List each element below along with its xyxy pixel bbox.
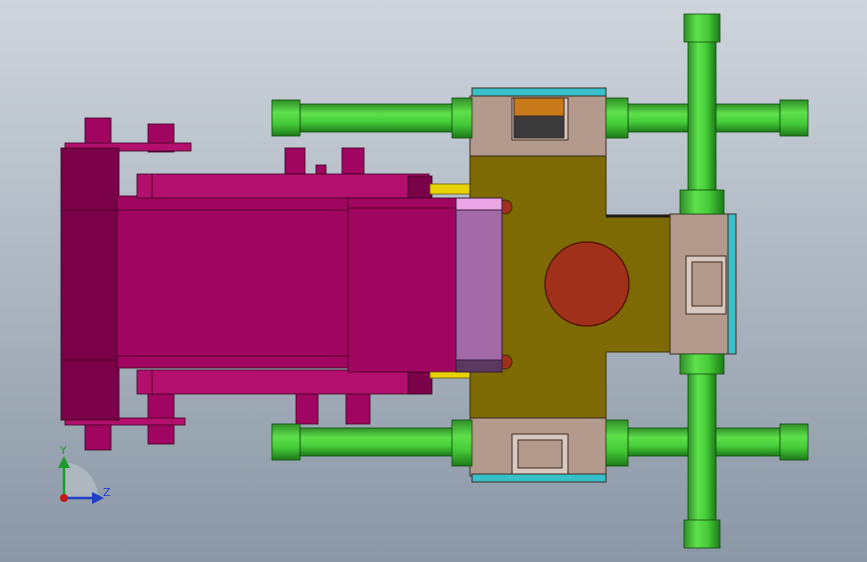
pipe-fitting bbox=[683, 13, 721, 43]
valve-cap-orange bbox=[513, 97, 565, 117]
housing-front-box bbox=[347, 197, 459, 373]
housing-post bbox=[295, 391, 319, 425]
pipe-fitting bbox=[679, 353, 725, 375]
housing-nub bbox=[315, 164, 327, 175]
x-axis-dot bbox=[60, 494, 68, 502]
cylinder-top-cap bbox=[455, 197, 503, 211]
z-axis-label: Z bbox=[103, 486, 111, 499]
housing-strip-top bbox=[407, 175, 433, 199]
pipe-fitting bbox=[605, 97, 629, 139]
housing-strip-bottom bbox=[407, 371, 433, 395]
housing-main-body bbox=[116, 195, 353, 369]
valve-block-right[interactable] bbox=[669, 213, 737, 355]
housing-post bbox=[345, 391, 371, 425]
pipe-fitting bbox=[779, 423, 809, 461]
pipe-fitting bbox=[683, 519, 721, 549]
cad-viewport[interactable]: Y Z bbox=[0, 0, 867, 562]
pipe-segment bbox=[687, 371, 717, 523]
pipe-segment bbox=[687, 39, 717, 191]
valve-block-bottom[interactable] bbox=[469, 417, 607, 483]
shaft-bottom bbox=[429, 371, 473, 379]
cylinder[interactable] bbox=[455, 197, 503, 373]
housing-rail-bottom bbox=[136, 369, 430, 395]
pipe-fitting bbox=[451, 419, 473, 467]
valve-block-top[interactable] bbox=[469, 87, 607, 157]
cylinder-bottom-cap bbox=[455, 359, 503, 373]
shaft-top bbox=[429, 183, 473, 195]
housing-end-plate bbox=[60, 147, 120, 421]
pipe-fitting bbox=[271, 99, 301, 137]
pipe-fitting bbox=[779, 99, 809, 137]
housing-post bbox=[284, 147, 306, 175]
pipe-fitting bbox=[271, 423, 301, 461]
y-axis-label: Y bbox=[59, 444, 67, 457]
housing-post bbox=[341, 147, 365, 175]
pipe-segment bbox=[299, 103, 455, 133]
pump-assembly-drawing[interactable]: Y Z bbox=[0, 0, 867, 562]
valve-cap-dark bbox=[513, 115, 565, 139]
pipe-fitting bbox=[679, 189, 725, 215]
housing-rail-top bbox=[136, 173, 430, 199]
pipe-fitting bbox=[605, 419, 629, 467]
pipe-fitting bbox=[451, 97, 473, 139]
pipe-segment bbox=[299, 427, 455, 457]
